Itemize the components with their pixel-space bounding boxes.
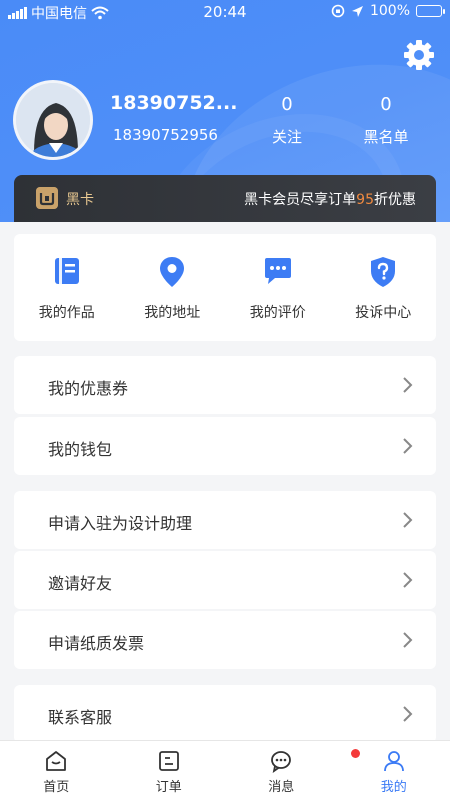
menu-item-label: 联系客服: [48, 708, 113, 727]
quick-action-works[interactable]: 我的作品: [14, 234, 120, 341]
black-card-icon: [36, 187, 58, 209]
chevron-right-icon: [403, 632, 413, 648]
message-icon: [271, 751, 292, 773]
chevron-right-icon: [403, 512, 413, 528]
chat-bubble-icon: [264, 258, 291, 284]
username: 18390752...: [110, 92, 238, 114]
rotation-lock-icon: [331, 4, 345, 18]
menu-item-label: 申请入驻为设计助理: [48, 514, 193, 533]
tab-orders[interactable]: 订单: [113, 741, 226, 800]
promo-prefix: 黑卡会员尽享订单: [244, 192, 357, 208]
menu-item-label: 邀请好友: [48, 574, 113, 593]
promo-suffix: 折优惠: [374, 192, 416, 208]
following-count: 0: [281, 94, 293, 115]
following-label: 关注: [271, 128, 302, 146]
bottom-tab-bar: 首页 订单 消息 我的: [0, 740, 450, 800]
avatar-image: [16, 83, 90, 157]
black-card-promo: 黑卡会员尽享订单95折优惠: [244, 189, 416, 209]
home-icon: [46, 751, 67, 771]
battery-percent: 100%: [369, 3, 410, 19]
location-pin-icon: [160, 257, 185, 287]
menu-item-paper-invoice[interactable]: 申请纸质发票: [14, 611, 436, 669]
chevron-right-icon: [403, 377, 413, 393]
quick-actions: 我的作品 我的地址 我的评价 投诉中心: [14, 234, 436, 341]
avatar[interactable]: [13, 80, 93, 160]
order-icon: [158, 751, 179, 771]
blacklist-label: 黑名单: [363, 128, 409, 146]
profile-icon: [383, 751, 404, 772]
tab-label: 我的: [380, 780, 407, 795]
shield-question-icon: [371, 257, 396, 287]
menu-item-apply-assistant[interactable]: 申请入驻为设计助理: [14, 491, 436, 549]
menu-item-label: 我的钱包: [48, 440, 113, 459]
following-stat[interactable]: 0 关注: [247, 94, 327, 147]
menu-item-customer-service[interactable]: 联系客服: [14, 685, 436, 743]
tab-label: 消息: [268, 780, 295, 795]
chevron-right-icon: [403, 438, 413, 454]
blacklist-count: 0: [380, 94, 392, 115]
tab-label: 订单: [155, 780, 182, 795]
quick-action-label: 我的作品: [38, 305, 95, 321]
tab-label: 首页: [43, 780, 70, 795]
blacklist-stat[interactable]: 0 黑名单: [346, 94, 426, 147]
black-card-title: 黑卡: [66, 192, 94, 208]
location-arrow-icon: [351, 5, 363, 17]
settings-gear-icon[interactable]: [402, 38, 436, 72]
chevron-right-icon: [403, 706, 413, 722]
quick-action-label: 我的评价: [249, 305, 306, 321]
quick-action-complaints[interactable]: 投诉中心: [331, 234, 437, 341]
phone-number: 18390752956: [113, 126, 218, 144]
menu-item-invite-friends[interactable]: 邀请好友: [14, 551, 436, 609]
tab-home[interactable]: 首页: [0, 741, 113, 800]
quick-action-reviews[interactable]: 我的评价: [225, 234, 331, 341]
tab-profile[interactable]: 我的: [338, 741, 450, 800]
chevron-right-icon: [403, 572, 413, 588]
tab-messages[interactable]: 消息: [225, 741, 360, 800]
status-bar: 中国电信 20:44 100%: [0, 0, 450, 24]
profile-header: 中国电信 20:44 100% 18390752... 18390752956 …: [0, 0, 450, 222]
book-icon: [54, 258, 79, 284]
menu-item-label: 申请纸质发票: [48, 634, 145, 653]
promo-discount: 95: [356, 192, 374, 208]
quick-action-label: 投诉中心: [355, 305, 412, 321]
quick-action-address[interactable]: 我的地址: [120, 234, 226, 341]
menu-item-coupons[interactable]: 我的优惠券: [14, 356, 436, 414]
menu-item-label: 我的优惠券: [48, 379, 129, 398]
black-card-banner[interactable]: 黑卡 黑卡会员尽享订单95折优惠: [14, 175, 436, 222]
menu-item-wallet[interactable]: 我的钱包: [14, 417, 436, 475]
battery-icon: [416, 5, 445, 17]
quick-action-label: 我的地址: [144, 305, 201, 321]
